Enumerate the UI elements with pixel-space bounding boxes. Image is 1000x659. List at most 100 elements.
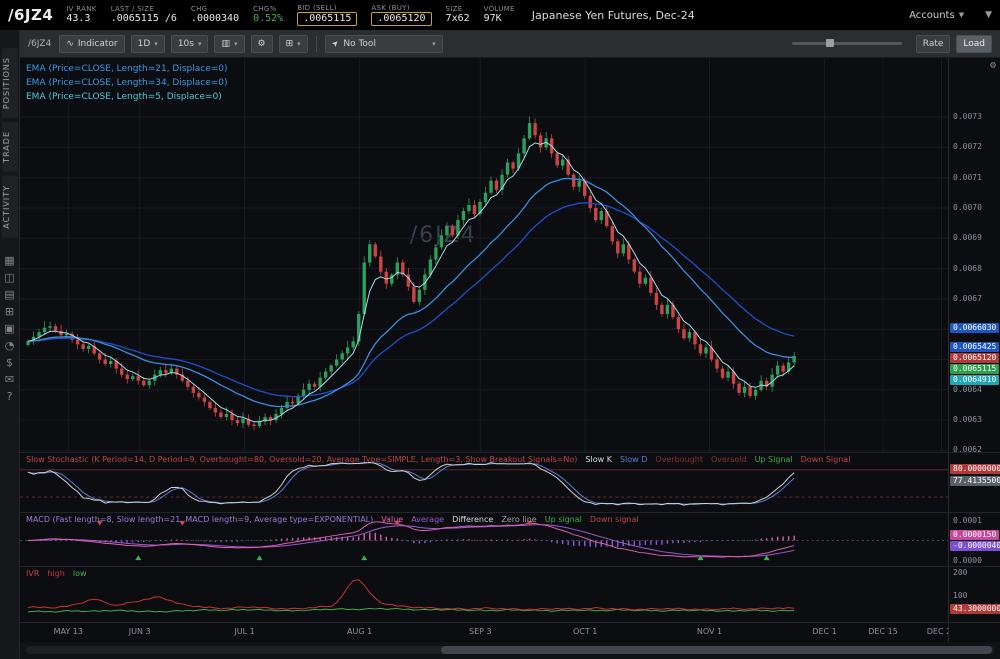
legend-item[interactable]: Slow K: [585, 455, 612, 464]
quote-field: Volume97K: [484, 5, 515, 25]
study-label[interactable]: EMA (Price=CLOSE, Length=5, Displace=0): [26, 90, 228, 104]
axis-tick: 0.0001: [953, 516, 982, 526]
timeframe-dropdown[interactable]: 1D ▾: [131, 35, 165, 53]
time-label: JUL 1: [234, 627, 254, 636]
legend-item[interactable]: Average: [411, 515, 444, 524]
study-label[interactable]: EMA (Price=CLOSE, Length=34, Displace=0): [26, 76, 228, 90]
cash-icon[interactable]: $: [6, 357, 13, 368]
quote-field-label: Ask (Buy): [371, 4, 431, 12]
legend-item[interactable]: Value: [381, 515, 403, 524]
macd-plot-canvas[interactable]: MACD (Fast length=8, Slow length=21, MAC…: [20, 513, 948, 566]
chart-widget-icon[interactable]: ▣: [4, 323, 14, 334]
axis-badge: 43.3000000: [950, 604, 1000, 614]
quote-field-value: .0065115 /6: [111, 13, 177, 25]
macd-header: MACD (Fast length=8, Slow length=21, MAC…: [26, 515, 639, 524]
price-tick: 0.0069: [953, 233, 982, 243]
load-button[interactable]: Load: [956, 35, 992, 53]
axis-badge: 0.0000150: [950, 530, 999, 540]
price-plot-canvas[interactable]: EMA (Price=CLOSE, Length=21, Displace=0)…: [20, 58, 948, 452]
quote-field-value: 43.3: [66, 13, 96, 25]
quote-field: Last / Size.0065115 /6: [111, 5, 177, 25]
ivr-plot-canvas[interactable]: IVRhighlow: [20, 567, 948, 622]
legend-item[interactable]: Overbought: [655, 455, 703, 464]
accounts-dropdown[interactable]: Accounts ▼: [909, 10, 964, 21]
study-labels: EMA (Price=CLOSE, Length=21, Displace=0)…: [26, 62, 228, 104]
rate-label: Rate: [923, 39, 944, 49]
toolbar-divider: [316, 36, 317, 52]
rate-button[interactable]: Rate: [916, 35, 951, 53]
cursor-icon: ➤: [329, 38, 340, 49]
time-label: DEC 15: [868, 627, 898, 636]
legend-item[interactable]: high: [47, 569, 64, 578]
interval-dropdown[interactable]: 10s ▾: [171, 35, 209, 53]
study-label[interactable]: EMA (Price=CLOSE, Length=21, Displace=0): [26, 62, 228, 76]
legend-item[interactable]: Difference: [452, 515, 493, 524]
legend-item[interactable]: Slow D: [620, 455, 647, 464]
time-label: SEP 3: [469, 627, 492, 636]
header-collapse-caret[interactable]: ▼: [985, 10, 992, 20]
sidebar-tab-trade[interactable]: TRADE: [2, 122, 18, 172]
watchlist-icon[interactable]: ▦: [4, 255, 14, 266]
price-axis[interactable]: ⚙ 0.00730.00720.00710.00700.00690.00680.…: [948, 58, 1000, 452]
indicator-icon: ∿: [66, 39, 74, 49]
history-icon[interactable]: ◔: [5, 340, 15, 351]
main-region: POSITIONS TRADE ACTIVITY ▦ ◫ ▤ ⊞ ▣ ◔ $ ✉? /6JZ4 ∿…: [0, 30, 1000, 659]
help-icon[interactable]: ?: [7, 391, 13, 402]
load-label: Load: [963, 39, 985, 49]
axis-badge: 80.0000000: [950, 464, 1000, 474]
chevron-down-icon: ▾: [198, 40, 202, 48]
quote-field-label: Size: [446, 5, 470, 13]
price-badge: 0.0065120: [950, 353, 999, 363]
legend-item[interactable]: Up signal: [545, 515, 582, 524]
list-icon[interactable]: ▤: [4, 289, 14, 300]
quote-field: Ask (Buy).0065120: [371, 4, 431, 26]
axis-gear-icon[interactable]: ⚙: [990, 60, 996, 71]
quote-field: Bid (Sell).0065115: [297, 4, 357, 26]
quote-fields: IV Rank43.3Last / Size.0065115 /6Chg.000…: [66, 4, 514, 26]
sidebar-tab-positions[interactable]: POSITIONS: [2, 48, 18, 118]
price-tick: 0.0072: [953, 142, 982, 152]
chevron-down-icon: ▾: [154, 40, 158, 48]
chart-content: /6JZ4 ∿ Indicator 1D ▾ 10s ▾ ▥ ▾: [20, 30, 1000, 659]
add-widget-icon[interactable]: ⊞: [5, 306, 14, 317]
quote-field-value: 97K: [484, 13, 515, 25]
quote-field: Chg%0.52%: [253, 5, 283, 25]
drawing-tool-dropdown[interactable]: ➤ No Tool ▾: [325, 35, 443, 53]
legend-item[interactable]: Oversold: [711, 455, 747, 464]
price-tick: 0.0070: [953, 203, 982, 213]
zoom-slider[interactable]: [792, 42, 902, 45]
timeframe-value: 1D: [138, 39, 151, 49]
interval-value: 10s: [178, 39, 194, 49]
sidebar-tab-activity[interactable]: ACTIVITY: [2, 176, 18, 238]
legend-item[interactable]: Up Signal: [755, 455, 793, 464]
chart-type-dropdown[interactable]: ▥ ▾: [214, 35, 244, 53]
quote-field-value: 0.52%: [253, 13, 283, 25]
stochastic-header: Slow Stochastic (K Period=14, D Period=9…: [26, 455, 850, 464]
scrollbar-thumb[interactable]: [441, 646, 992, 654]
layout-icon[interactable]: ◫: [4, 272, 14, 283]
grid-icon: ⊞: [286, 39, 294, 49]
axis-tick: 100: [953, 591, 967, 601]
legend-item[interactable]: Down signal: [590, 515, 639, 524]
quote-field-value: .0000340: [191, 13, 239, 25]
accounts-label: Accounts: [909, 10, 955, 21]
candle-chart-icon: ▥: [221, 39, 230, 49]
chart-settings-button[interactable]: ⚙: [251, 35, 273, 53]
time-label: DEC 1: [812, 627, 836, 636]
legend-item[interactable]: low: [73, 569, 87, 578]
legend-item[interactable]: Zero line: [501, 515, 536, 524]
indicator-button[interactable]: ∿ Indicator: [59, 35, 124, 53]
chevron-down-icon: ▾: [234, 40, 238, 48]
grid-layout-dropdown[interactable]: ⊞ ▾: [279, 35, 308, 53]
chevron-down-icon: ▾: [297, 40, 301, 48]
stochastic-plot-canvas[interactable]: Slow Stochastic (K Period=14, D Period=9…: [20, 453, 948, 512]
zoom-slider-thumb[interactable]: [826, 39, 834, 47]
messages-icon[interactable]: ✉: [5, 374, 14, 385]
time-axis: MAY 13JUN 3JUL 1AUG 1SEP 3OCT 1NOV 1DEC …: [20, 622, 1000, 642]
app-window: /6JZ4 IV Rank43.3Last / Size.0065115 /6C…: [0, 0, 1000, 659]
legend-item[interactable]: Down Signal: [801, 455, 851, 464]
quote-field: IV Rank43.3: [66, 5, 96, 25]
sidebar-tabs: POSITIONS TRADE ACTIVITY: [2, 46, 18, 240]
macd-axis: 0.00010.00000.0000150-0.0000040: [948, 513, 1000, 566]
top-header: /6JZ4 IV Rank43.3Last / Size.0065115 /6C…: [0, 0, 1000, 30]
